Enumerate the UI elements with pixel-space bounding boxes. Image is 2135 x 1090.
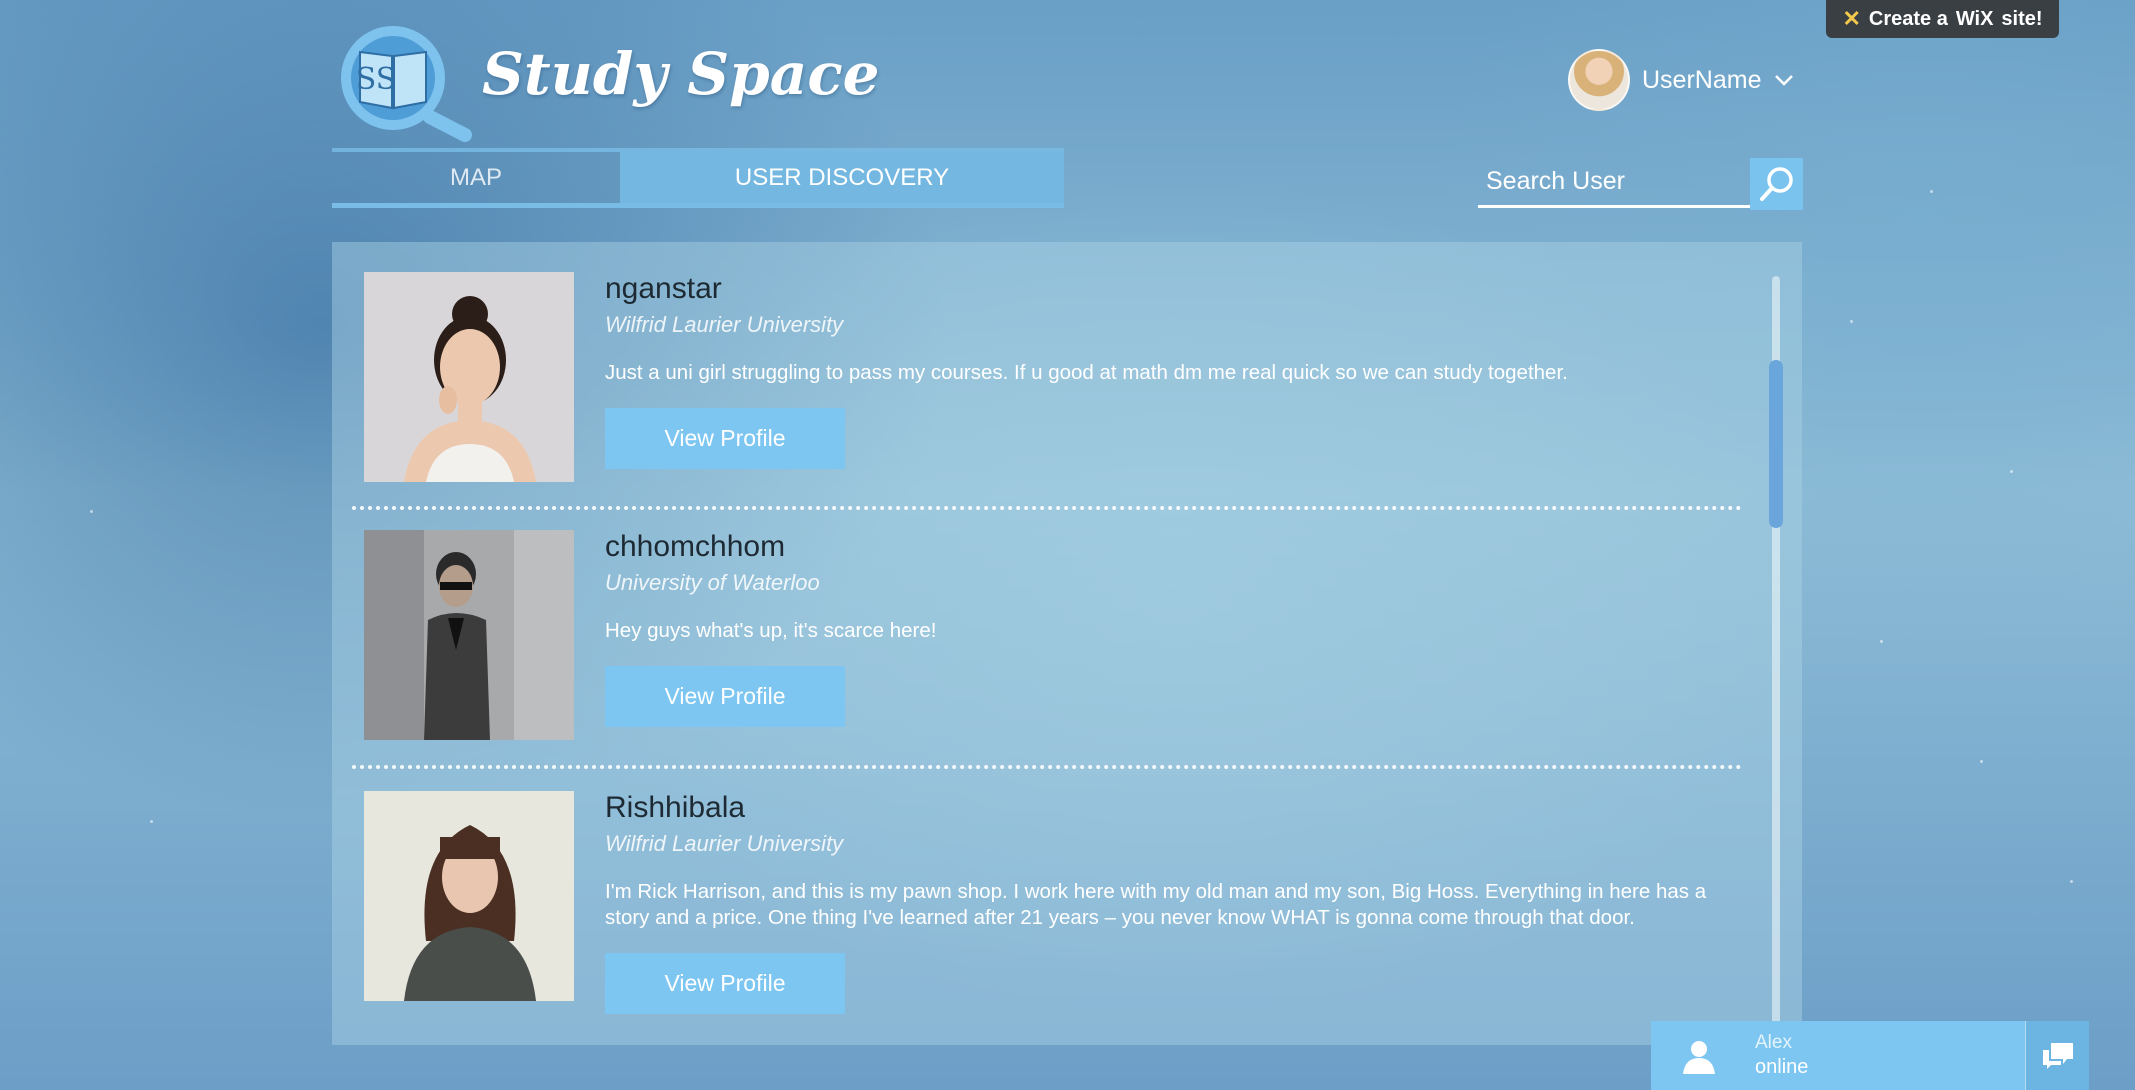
wix-banner-suffix: site! xyxy=(2001,7,2043,30)
user-username[interactable]: Rishhibala xyxy=(605,791,1735,825)
user-card: chhomchhom University of Waterloo Hey gu… xyxy=(364,530,1754,770)
user-bio: I'm Rick Harrison, and this is my pawn s… xyxy=(605,880,1707,929)
view-profile-button[interactable]: View Profile xyxy=(605,953,845,1014)
user-card: Rishhibala Wilfrid Laurier University I'… xyxy=(364,791,1754,1031)
user-card: nganstar Wilfrid Laurier University Just… xyxy=(364,272,1754,512)
user-info: chhomchhom University of Waterloo Hey gu… xyxy=(605,530,1735,644)
user-menu[interactable]: UserName xyxy=(1568,49,1795,111)
user-info: nganstar Wilfrid Laurier University Just… xyxy=(605,272,1735,386)
view-profile-button[interactable]: View Profile xyxy=(605,666,845,727)
background-star xyxy=(1930,190,1933,193)
tab-user-discovery[interactable]: USER DISCOVERY xyxy=(620,152,1064,203)
open-chat-button[interactable] xyxy=(2025,1021,2089,1090)
search-icon xyxy=(1759,167,1793,201)
main-tabs: MAP USER DISCOVERY xyxy=(332,148,1064,208)
wix-banner-prefix: Create a xyxy=(1868,7,1948,30)
background-star xyxy=(2070,880,2073,883)
user-search xyxy=(1478,158,1803,210)
chat-contact-name: Alex xyxy=(1755,1032,1792,1053)
chat-contact[interactable]: Alex online xyxy=(1651,1021,2025,1090)
search-button[interactable] xyxy=(1750,158,1803,210)
wix-banner-brand: WiX xyxy=(1955,7,1994,30)
chevron-down-icon xyxy=(1775,75,1794,86)
create-wix-site-banner[interactable]: ✕ Create a WiX site! xyxy=(1826,0,2059,38)
background-star xyxy=(2010,470,2013,473)
tab-map[interactable]: MAP xyxy=(332,152,620,203)
user-photo xyxy=(364,530,574,740)
background-star xyxy=(90,510,93,513)
user-username[interactable]: nganstar xyxy=(605,272,1735,306)
user-photo xyxy=(364,791,574,1001)
user-photo xyxy=(364,272,574,482)
scrollbar-thumb[interactable] xyxy=(1769,360,1783,528)
user-bio: Hey guys what's up, it's scarce here! xyxy=(605,619,937,642)
background-star xyxy=(1850,320,1853,323)
card-divider xyxy=(352,765,1742,769)
background-star xyxy=(150,820,153,823)
user-username[interactable]: chhomchhom xyxy=(605,530,1735,564)
user-university: University of Waterloo xyxy=(605,570,820,595)
user-avatar xyxy=(1568,49,1630,111)
user-university: Wilfrid Laurier University xyxy=(605,312,844,337)
view-profile-button[interactable]: View Profile xyxy=(605,408,845,469)
user-info: Rishhibala Wilfrid Laurier University I'… xyxy=(605,791,1735,931)
user-discovery-panel: nganstar Wilfrid Laurier University Just… xyxy=(332,242,1802,1045)
search-input[interactable] xyxy=(1478,158,1750,208)
user-university: Wilfrid Laurier University xyxy=(605,831,844,856)
person-icon xyxy=(1669,1026,1729,1086)
chat-widget: Alex online xyxy=(1651,1021,2089,1090)
card-divider xyxy=(352,506,1742,510)
chat-bubbles-icon xyxy=(2042,1042,2073,1069)
book-magnifier-logo-icon: SS xyxy=(341,26,472,142)
user-name: UserName xyxy=(1642,65,1762,94)
background-star xyxy=(1980,760,1983,763)
brand-title[interactable]: Study Space xyxy=(482,40,880,108)
wix-x-icon: ✕ xyxy=(1842,6,1861,31)
user-bio: Just a uni girl struggling to pass my co… xyxy=(605,361,1568,384)
background-star xyxy=(1880,640,1883,643)
chat-contact-status: online xyxy=(1755,1056,1809,1078)
logo-initial-left: SS xyxy=(356,62,397,97)
study-space-logo[interactable]: SS xyxy=(330,22,475,142)
